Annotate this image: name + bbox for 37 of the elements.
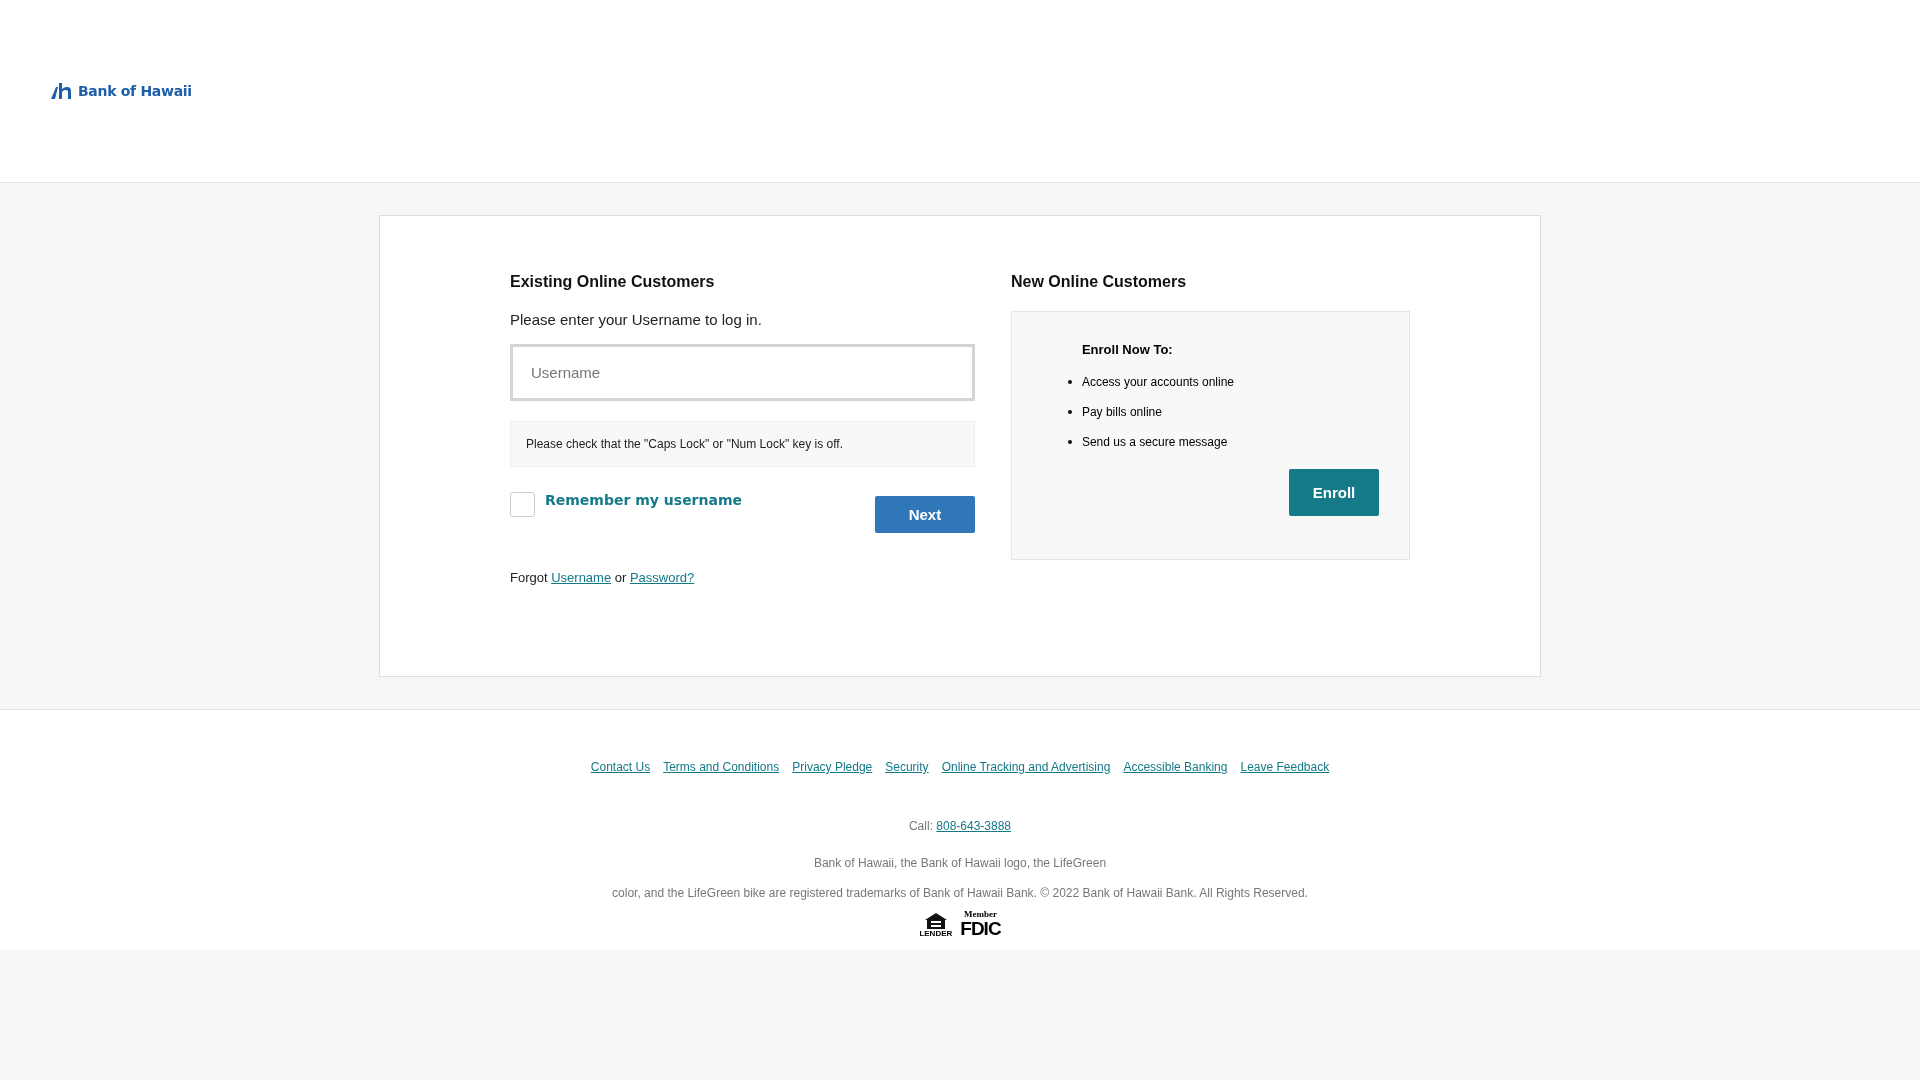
bullet-icon bbox=[1067, 380, 1072, 384]
fdic-member-text: Member bbox=[963, 910, 997, 919]
password-link[interactable]: Password? bbox=[629, 570, 695, 585]
username-field[interactable]: Username bbox=[510, 344, 975, 401]
logo-text: Bank of Hawaii bbox=[78, 83, 192, 99]
benefit-text: Access your accounts online bbox=[1081, 375, 1234, 389]
benefit-text: Pay bills online bbox=[1081, 405, 1162, 419]
enroll-heading: Enroll Now To: bbox=[1081, 342, 1174, 357]
username-link[interactable]: Username bbox=[551, 570, 612, 585]
footer-link[interactable]: Privacy Pledge bbox=[792, 760, 873, 774]
footer-link[interactable]: Leave Feedback bbox=[1240, 760, 1330, 774]
legal-text: color, and the LifeGreen bike are registered trademarks of Bank of Hawaii Bank. © 2022 Bank of Hawaii Bank. All Rights Reserved. bbox=[612, 886, 1308, 900]
phone-link[interactable]: 808-643-3888 bbox=[936, 819, 1012, 833]
footer-link[interactable]: Accessible Banking bbox=[1123, 760, 1228, 774]
caps-lock-notice: Please check that the "Caps Lock" or "Num Lock" key is off. bbox=[510, 421, 975, 467]
bank-logo[interactable]: Bank of Hawaii bbox=[51, 83, 192, 99]
fdic-text: FDIC bbox=[960, 919, 1001, 938]
house-icon bbox=[924, 913, 947, 929]
footer-link[interactable]: Security bbox=[885, 760, 929, 774]
login-prompt: Please enter your Username to log in. bbox=[510, 311, 763, 328]
remember-checkbox[interactable] bbox=[510, 492, 535, 517]
logo-mark-icon bbox=[51, 83, 73, 99]
footer-link[interactable]: Terms and Conditions bbox=[663, 760, 780, 774]
section-title: Existing Online Customers bbox=[510, 273, 716, 291]
lender-text: LENDER bbox=[919, 929, 953, 938]
bullet-icon bbox=[1067, 410, 1072, 414]
section-title: New Online Customers bbox=[1010, 273, 1188, 291]
next-button[interactable]: Next bbox=[874, 496, 975, 533]
footer-link[interactable]: Online Tracking and Advertising bbox=[941, 760, 1111, 774]
legal-text: Bank of Hawaii, the Bank of Hawaii logo, the LifeGreen bbox=[813, 856, 1107, 870]
bullet-icon bbox=[1067, 440, 1072, 444]
remember-label: Remember my username bbox=[545, 492, 743, 508]
benefit-text: Send us a secure message bbox=[1081, 435, 1228, 449]
enroll-button[interactable]: Enroll bbox=[1289, 469, 1379, 516]
forgot-text: Forgot Username or Password? bbox=[510, 570, 696, 585]
footer-link[interactable]: Contact Us bbox=[590, 760, 651, 774]
call-text: Call: 808-643-3888 bbox=[908, 819, 1012, 833]
